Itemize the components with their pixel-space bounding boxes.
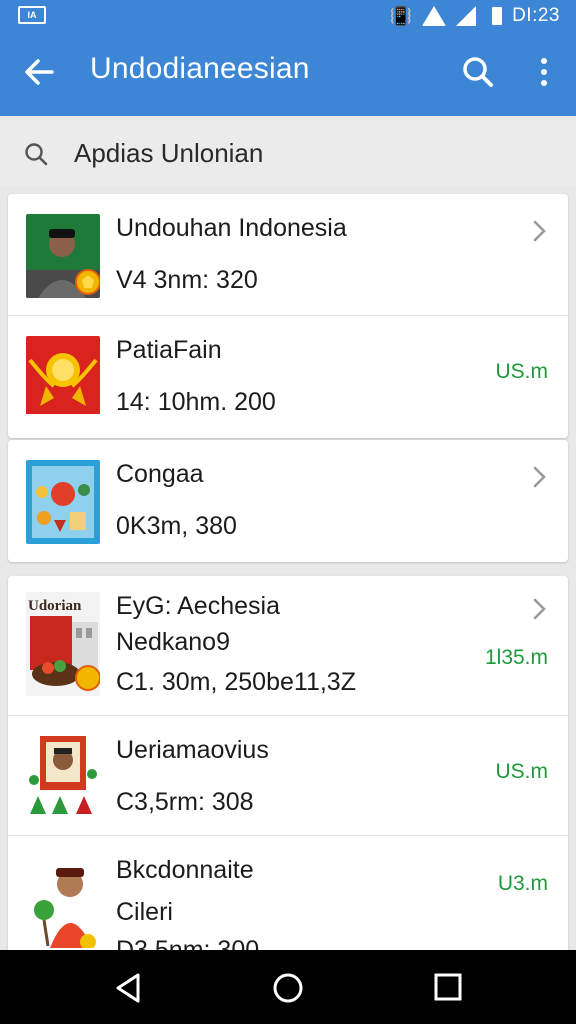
search-icon bbox=[25, 143, 48, 166]
item-subtitle: Cileri bbox=[116, 898, 173, 926]
item-meta: V4 3nm: 320 bbox=[116, 266, 258, 294]
item-meta: C3,5rm: 308 bbox=[116, 788, 254, 816]
item-size: US.m bbox=[495, 760, 549, 783]
item-size: US.m bbox=[495, 360, 549, 383]
nav-back-button[interactable] bbox=[108, 970, 148, 1006]
item-title: Congaa bbox=[116, 460, 204, 488]
back-button[interactable] bbox=[18, 50, 62, 94]
status-icons: 📳 DI:23 bbox=[390, 4, 560, 28]
thumbnail-image bbox=[26, 858, 100, 948]
notification-icon: IA bbox=[18, 6, 46, 24]
item-meta: 14: 10hm. 200 bbox=[116, 388, 276, 416]
chevron-right-icon[interactable] bbox=[528, 218, 550, 244]
list-item[interactable]: Bkcdonnaite Cileri D3 5nm: 300 U3.m bbox=[8, 836, 568, 956]
item-title: Bkcdonnaite bbox=[116, 856, 254, 884]
item-meta: C1. 30m, 250be11,3Z bbox=[116, 668, 356, 696]
app-header: IA 📳 DI:23 Undodianeesian bbox=[0, 0, 576, 116]
system-navigation-bar bbox=[0, 950, 576, 1024]
chevron-right-icon[interactable] bbox=[528, 596, 550, 622]
nav-recents-button[interactable] bbox=[428, 970, 468, 1006]
status-time: DI:23 bbox=[512, 5, 560, 26]
list-item[interactable]: Congaa 0K3m, 380 bbox=[8, 440, 568, 562]
chevron-right-icon[interactable] bbox=[528, 464, 550, 490]
arrow-left-icon bbox=[25, 59, 54, 85]
vibrate-icon: 📳 bbox=[389, 6, 413, 26]
battery-icon bbox=[492, 7, 503, 25]
result-card: Udorian EyG: Aechesia Nedkano9 C1. 30m, … bbox=[8, 576, 568, 956]
recents-square-icon bbox=[434, 973, 462, 1001]
thumbnail-image: Udorian bbox=[26, 592, 100, 696]
list-item[interactable]: Undouhan Indonesia V4 3nm: 320 bbox=[8, 194, 568, 316]
list-item[interactable]: Udorian EyG: Aechesia Nedkano9 C1. 30m, … bbox=[8, 576, 568, 716]
item-meta: 0K3m, 380 bbox=[116, 512, 237, 540]
thumbnail-image bbox=[26, 336, 100, 420]
search-input[interactable]: Apdias Unlonian bbox=[74, 138, 263, 169]
status-bar: IA 📳 DI:23 bbox=[0, 0, 576, 32]
search-button[interactable] bbox=[458, 52, 498, 92]
search-icon bbox=[463, 57, 493, 87]
item-subtitle: Nedkano9 bbox=[116, 628, 230, 656]
item-title: PatiaFain bbox=[116, 336, 222, 364]
item-title: Ueriamaovius bbox=[116, 736, 269, 764]
result-card: Congaa 0K3m, 380 bbox=[8, 440, 568, 562]
wifi-icon bbox=[422, 6, 447, 26]
signal-icon bbox=[456, 6, 477, 26]
list-item[interactable]: PatiaFain 14: 10hm. 200 US.m bbox=[8, 316, 568, 438]
item-size: 1l35.m bbox=[484, 646, 548, 669]
more-options-button[interactable] bbox=[528, 52, 560, 92]
list-item[interactable]: Ueriamaovius C3,5rm: 308 US.m bbox=[8, 716, 568, 836]
result-card: Undouhan Indonesia V4 3nm: 320 PatiaFain… bbox=[8, 194, 568, 438]
nav-home-button[interactable] bbox=[268, 970, 308, 1006]
home-circle-icon bbox=[273, 973, 303, 1003]
page-title: Undodianeesian bbox=[90, 52, 310, 85]
more-vert-icon bbox=[541, 58, 547, 86]
item-title: Undouhan Indonesia bbox=[116, 214, 347, 242]
app-bar: Undodianeesian bbox=[0, 36, 576, 108]
back-triangle-icon bbox=[116, 973, 140, 1003]
search-bar[interactable]: Apdias Unlonian bbox=[0, 120, 576, 186]
thumbnail-image bbox=[26, 460, 100, 544]
thumbnail-label: Udorian bbox=[28, 598, 82, 614]
thumbnail-image bbox=[26, 214, 100, 298]
item-title: EyG: Aechesia bbox=[116, 592, 280, 620]
item-size: U3.m bbox=[497, 872, 548, 895]
thumbnail-image bbox=[26, 730, 100, 820]
